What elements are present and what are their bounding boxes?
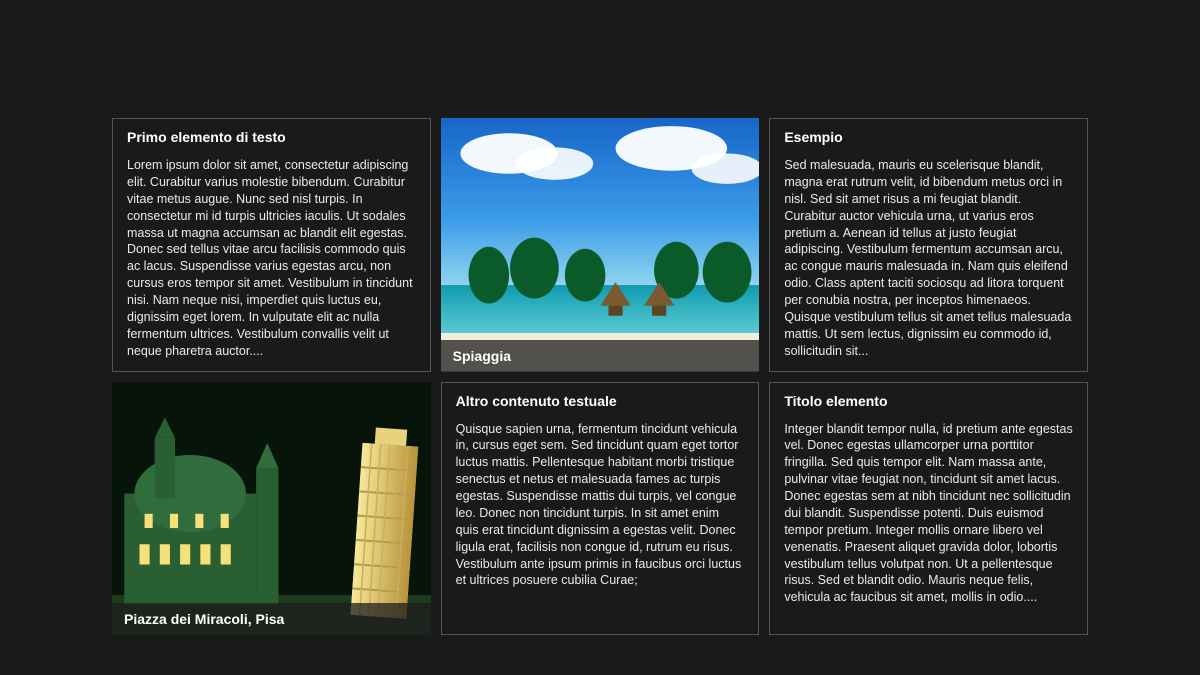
content-grid: Primo elemento di testo Lorem ipsum dolo… [0,0,1200,675]
text-card-primo[interactable]: Primo elemento di testo Lorem ipsum dolo… [112,118,431,372]
image-card-pisa[interactable]: Piazza dei Miracoli, Pisa [112,382,431,636]
card-title: Altro contenuto testuale [456,393,745,409]
text-card-titolo[interactable]: Titolo elemento Integer blandit tempor n… [769,382,1088,636]
card-body: Lorem ipsum dolor sit amet, consectetur … [127,157,416,360]
card-title: Esempio [784,129,1073,145]
pisa-image [112,382,431,636]
text-card-esempio[interactable]: Esempio Sed malesuada, mauris eu sceleri… [769,118,1088,372]
card-body: Integer blandit tempor nulla, id pretium… [784,421,1073,607]
card-title: Primo elemento di testo [127,129,416,145]
image-card-spiaggia[interactable]: Spiaggia [441,118,760,372]
card-body: Sed malesuada, mauris eu scelerisque bla… [784,157,1073,360]
card-body: Quisque sapien urna, fermentum tincidunt… [456,421,745,590]
image-caption: Piazza dei Miracoli, Pisa [112,603,431,635]
text-card-altro[interactable]: Altro contenuto testuale Quisque sapien … [441,382,760,636]
beach-image [441,118,760,372]
image-caption: Spiaggia [441,340,760,372]
card-title: Titolo elemento [784,393,1073,409]
